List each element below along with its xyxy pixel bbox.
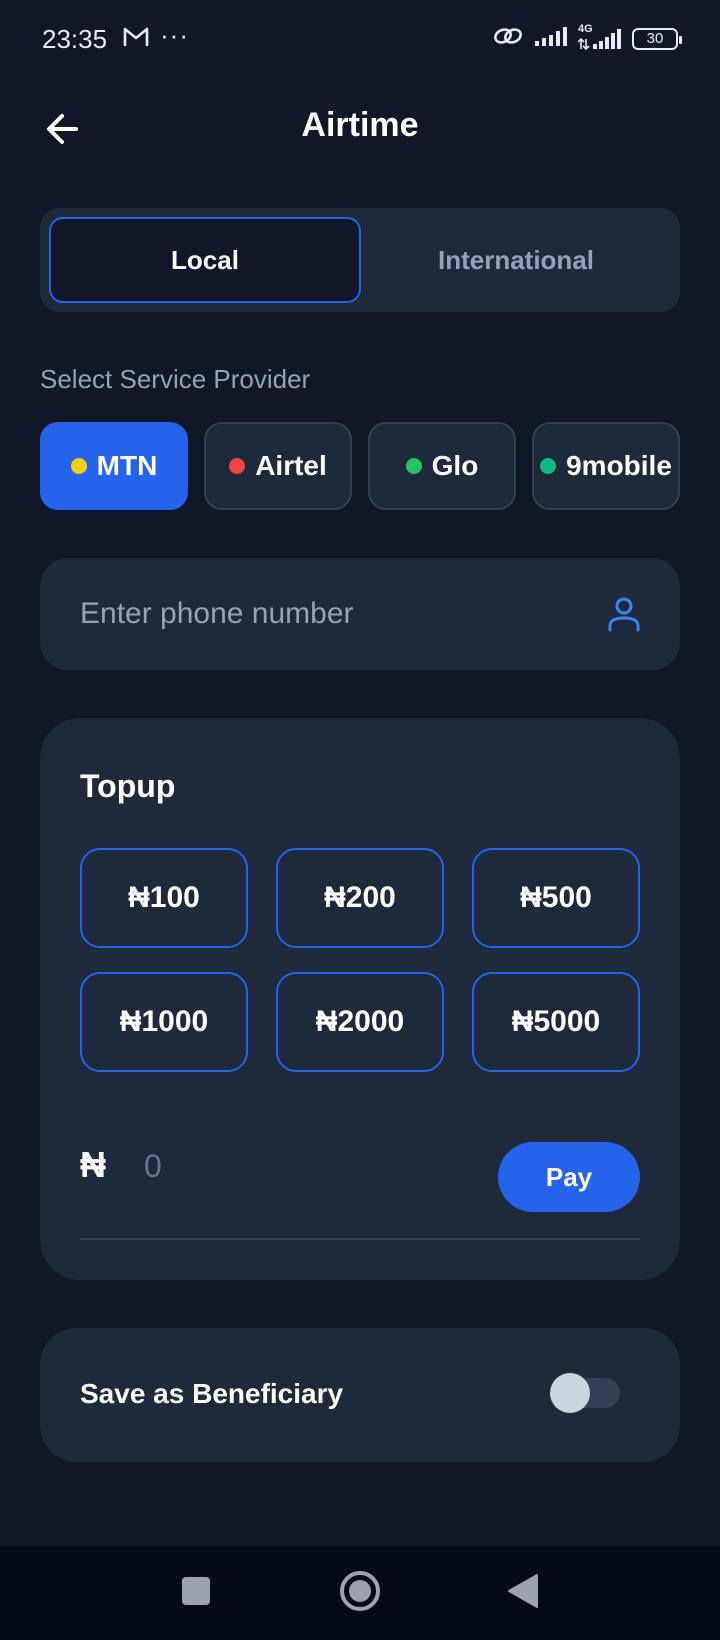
provider-glo[interactable]: Glo [368, 422, 516, 510]
topup-card: Topup ₦100 ₦200 ₦500 ₦1000 ₦2000 ₦5000 ₦… [40, 718, 680, 1280]
beneficiary-toggle[interactable] [550, 1373, 620, 1413]
amount-button-1000[interactable]: ₦1000 [80, 972, 248, 1072]
triangle-back-icon [507, 1573, 539, 1614]
amount-underline [80, 1238, 640, 1240]
battery-icon: 30 [632, 27, 682, 50]
provider-9mobile[interactable]: 9mobile [532, 422, 680, 510]
status-time: 23:35 [42, 24, 108, 54]
signal-icon [534, 25, 568, 52]
pay-button[interactable]: Pay [498, 1142, 640, 1212]
system-nav-bar [0, 1546, 720, 1640]
link-icon [492, 24, 524, 53]
amount-button-500[interactable]: ₦500 [472, 848, 640, 948]
provider-label: Airtel [255, 450, 327, 481]
nav-home-button[interactable] [335, 1568, 385, 1618]
circle-icon [339, 1570, 381, 1617]
amount-input[interactable] [144, 1142, 444, 1190]
provider-list: MTN Airtel Glo 9mobile [40, 422, 680, 510]
amount-button-2000[interactable]: ₦2000 [276, 972, 444, 1072]
provider-mtn[interactable]: MTN [40, 422, 188, 510]
provider-airtel[interactable]: Airtel [204, 422, 352, 510]
status-bar: 23:35 ··· 4G 30 [0, 0, 720, 80]
nav-recents-button[interactable] [171, 1568, 221, 1618]
toggle-knob [550, 1373, 590, 1413]
region-tabs: Local International [40, 208, 680, 312]
amount-button-100[interactable]: ₦100 [80, 848, 248, 948]
provider-dot-icon [540, 458, 557, 474]
provider-label: Glo [431, 450, 479, 481]
beneficiary-label: Save as Beneficiary [80, 1378, 344, 1409]
page-title: Airtime [301, 106, 419, 144]
status-indicators: 4G 30 [492, 23, 682, 53]
contact-picker-button[interactable] [604, 594, 644, 634]
tab-international[interactable]: International [360, 217, 672, 303]
currency-symbol: ₦ [80, 1144, 106, 1185]
battery-level: 30 [646, 30, 664, 47]
provider-dot-icon [70, 458, 87, 474]
provider-dot-icon [229, 458, 246, 474]
phone-input[interactable] [80, 588, 560, 640]
provider-label: 9mobile [566, 450, 672, 481]
more-notifications-icon: ··· [160, 20, 189, 50]
gmail-icon [123, 26, 149, 53]
amount-button-5000[interactable]: ₦5000 [472, 972, 640, 1072]
provider-section-label: Select Service Provider [40, 364, 311, 394]
amount-button-200[interactable]: ₦200 [276, 848, 444, 948]
beneficiary-row: Save as Beneficiary [40, 1328, 680, 1462]
topup-title: Topup [80, 768, 176, 804]
signal-4g-icon: 4G [578, 23, 622, 51]
provider-dot-icon [405, 458, 422, 474]
nav-back-button[interactable] [498, 1568, 548, 1618]
square-icon [181, 1576, 211, 1611]
person-icon [604, 597, 644, 638]
provider-label: MTN [96, 450, 158, 481]
tab-local[interactable]: Local [49, 217, 361, 303]
phone-field-container [40, 558, 680, 670]
